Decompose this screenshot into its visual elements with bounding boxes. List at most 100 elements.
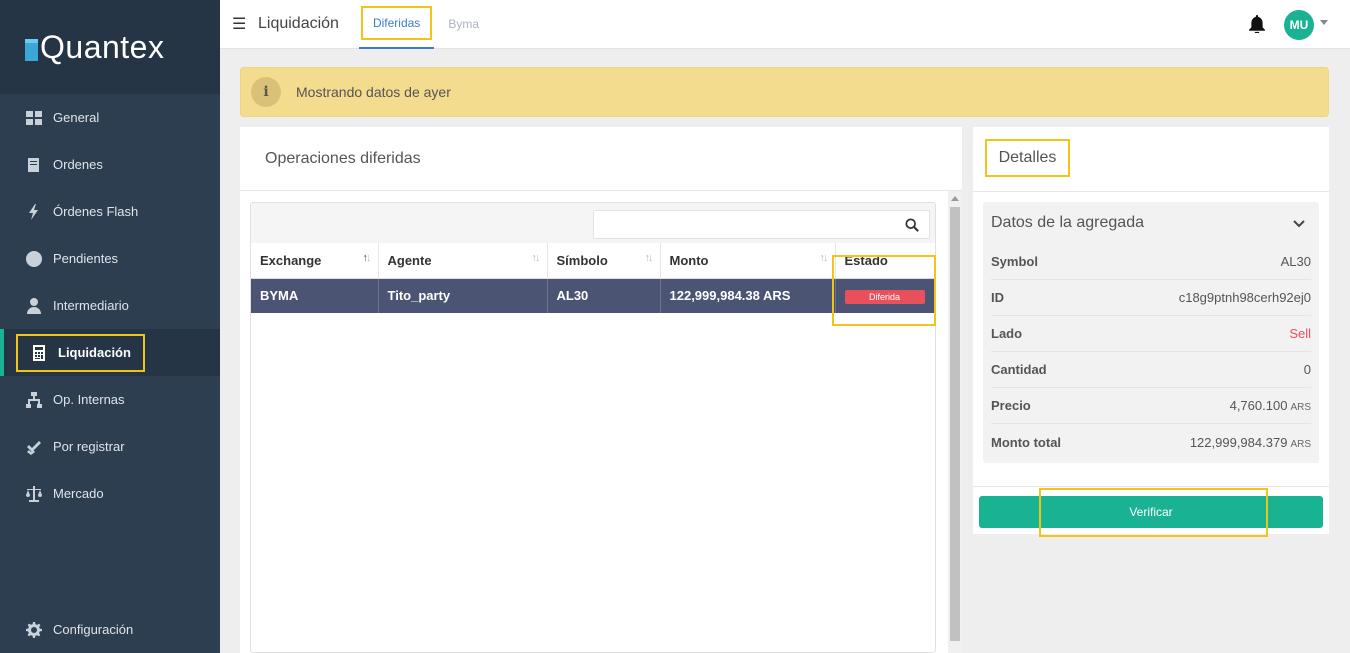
verify-footer: Verificar — [973, 486, 1329, 534]
detail-row-monto-total: Monto total 122,999,984.379 ARS — [991, 424, 1311, 460]
sort-icon[interactable]: ↑↓ — [820, 252, 829, 264]
detail-row-symbol: Symbol AL30 — [991, 244, 1311, 280]
sidebar-item-label: Op. Internas — [53, 392, 125, 407]
scroll-up-icon[interactable] — [948, 191, 962, 205]
detail-label: Monto total — [991, 434, 1062, 450]
column-header-exchange[interactable]: Exchange ↑↓ — [251, 243, 379, 279]
search-box — [593, 210, 930, 239]
tab-byma[interactable]: Byma — [448, 0, 479, 49]
cell-estado: Diferida — [835, 278, 935, 313]
brand-name: Quantex — [40, 28, 165, 65]
column-header-agente[interactable]: Agente ↑↓ — [378, 243, 548, 279]
scrollbar[interactable] — [948, 191, 962, 653]
detail-amount: 122,999,984.379 — [1189, 434, 1288, 450]
details-card-title: Datos de la agregada — [991, 214, 1144, 231]
tab-label: Byma — [448, 17, 479, 31]
operations-table: Exchange ↑↓ Agente ↑↓ Símbolo ↑↓ Monto ↑↓ Es… — [251, 243, 935, 313]
detail-label: ID — [991, 290, 1004, 305]
sidebar: Quantex General Ordenes Órdenes Flash Pe… — [0, 0, 220, 653]
column-label: Estado — [844, 252, 888, 268]
detail-label: Symbol — [991, 254, 1038, 269]
clock-icon — [25, 250, 43, 268]
page-title: Liquidación — [258, 15, 339, 32]
sidebar-item-mercado[interactable]: Mercado — [0, 470, 220, 517]
lightning-icon — [25, 203, 43, 221]
column-label: Agente — [387, 252, 432, 268]
details-header: Detalles — [973, 127, 1329, 192]
detail-amount: 4,760.100 — [1229, 398, 1288, 413]
sidebar-nav: General Ordenes Órdenes Flash Pendientes… — [0, 94, 220, 517]
currency-unit: ARS — [1290, 438, 1311, 450]
sidebar-item-por-registrar[interactable]: Por registrar — [0, 423, 220, 470]
bell-icon[interactable] — [1248, 15, 1266, 35]
sort-icon[interactable]: ↑↓ — [363, 252, 372, 264]
check-double-icon — [25, 438, 43, 456]
column-header-estado[interactable]: Estado — [835, 243, 935, 279]
gear-icon — [25, 621, 43, 639]
info-icon: i — [251, 77, 281, 107]
detail-row-precio: Precio 4,760.100 ARS — [991, 388, 1311, 424]
network-icon — [25, 391, 43, 409]
brand-logo[interactable]: Quantex — [0, 0, 220, 94]
cell-agente: Tito_party — [378, 278, 548, 313]
column-header-simbolo[interactable]: Símbolo ↑↓ — [547, 243, 661, 279]
sidebar-item-op-internas[interactable]: Op. Internas — [0, 376, 220, 423]
table-row[interactable]: BYMA Tito_party AL30 122,999,984.38 ARS … — [251, 278, 935, 313]
table-header-row: Exchange ↑↓ Agente ↑↓ Símbolo ↑↓ Monto ↑↓ Es… — [251, 243, 935, 279]
detail-row-cantidad: Cantidad 0 — [991, 352, 1311, 388]
tab-diferidas[interactable]: Diferidas — [358, 0, 435, 49]
calculator-icon — [30, 344, 48, 362]
user-icon — [25, 297, 43, 315]
sidebar-item-general[interactable]: General — [0, 94, 220, 141]
chevron-down-icon[interactable] — [1320, 20, 1328, 25]
detail-value: 122,999,984.379 ARS — [1190, 435, 1311, 450]
sidebar-item-label: Configuración — [53, 622, 134, 637]
search-input[interactable] — [594, 211, 894, 238]
book-icon — [25, 156, 43, 174]
cell-exchange: BYMA — [251, 278, 379, 313]
cell-simbolo: AL30 — [547, 278, 661, 313]
column-label: Monto — [669, 252, 709, 268]
table-toolbar — [251, 203, 935, 243]
info-alert: i Mostrando datos de ayer — [240, 67, 1329, 117]
balance-scale-icon — [25, 485, 43, 503]
detail-label: Lado — [991, 326, 1023, 341]
sidebar-item-label: Por registrar — [53, 439, 125, 454]
detail-row-id: ID c18g9ptnh98cerh92ej0 — [991, 280, 1311, 316]
sidebar-item-label: Órdenes Flash — [53, 204, 139, 219]
sidebar-item-label: Mercado — [53, 486, 104, 501]
sidebar-item-configuracion[interactable]: Configuración — [0, 606, 220, 653]
operations-title: Operaciones diferidas — [240, 127, 962, 191]
scroll-thumb[interactable] — [950, 207, 960, 641]
column-header-monto[interactable]: Monto ↑↓ — [660, 243, 836, 279]
cell-monto: 122,999,984.38 ARS — [660, 278, 836, 313]
verify-button[interactable]: Verificar — [979, 496, 1323, 528]
details-title: Detalles — [985, 139, 1070, 177]
alert-text: Mostrando datos de ayer — [296, 84, 451, 100]
hamburger-menu-icon[interactable]: ☰ — [232, 14, 246, 34]
sidebar-item-intermediario[interactable]: Intermediario — [0, 282, 220, 329]
detail-row-lado: Lado Sell — [991, 316, 1311, 352]
detail-label: Cantidad — [991, 362, 1047, 377]
sort-icon[interactable]: ↑↓ — [645, 252, 654, 264]
sidebar-item-label: General — [53, 110, 100, 125]
sidebar-item-liquidacion[interactable]: Liquidación — [0, 329, 220, 376]
search-icon[interactable] — [905, 218, 919, 232]
details-panel: Detalles Datos de la agregada Symbol AL3… — [973, 127, 1329, 534]
sort-icon[interactable]: ↑↓ — [532, 252, 541, 264]
currency-unit: ARS — [1290, 402, 1311, 413]
grid-icon — [25, 109, 43, 127]
detail-value: c18g9ptnh98cerh92ej0 — [1178, 290, 1311, 305]
sidebar-item-pendientes[interactable]: Pendientes — [0, 235, 220, 282]
operations-panel: Operaciones diferidas Exchange ↑↓ Agente ↑… — [240, 127, 962, 653]
details-card: Datos de la agregada Symbol AL30 ID c18g… — [983, 202, 1319, 463]
avatar[interactable]: MU — [1284, 10, 1314, 40]
sidebar-item-ordenes[interactable]: Ordenes — [0, 141, 220, 188]
logo-mark-icon — [25, 39, 38, 61]
detail-value: 0 — [1303, 362, 1311, 377]
sidebar-item-label: Liquidación — [58, 345, 131, 360]
sidebar-item-ordenes-flash[interactable]: Órdenes Flash — [0, 188, 220, 235]
chevron-down-icon[interactable] — [1293, 217, 1305, 229]
details-card-header[interactable]: Datos de la agregada — [991, 202, 1311, 244]
column-label: Exchange — [260, 252, 322, 268]
